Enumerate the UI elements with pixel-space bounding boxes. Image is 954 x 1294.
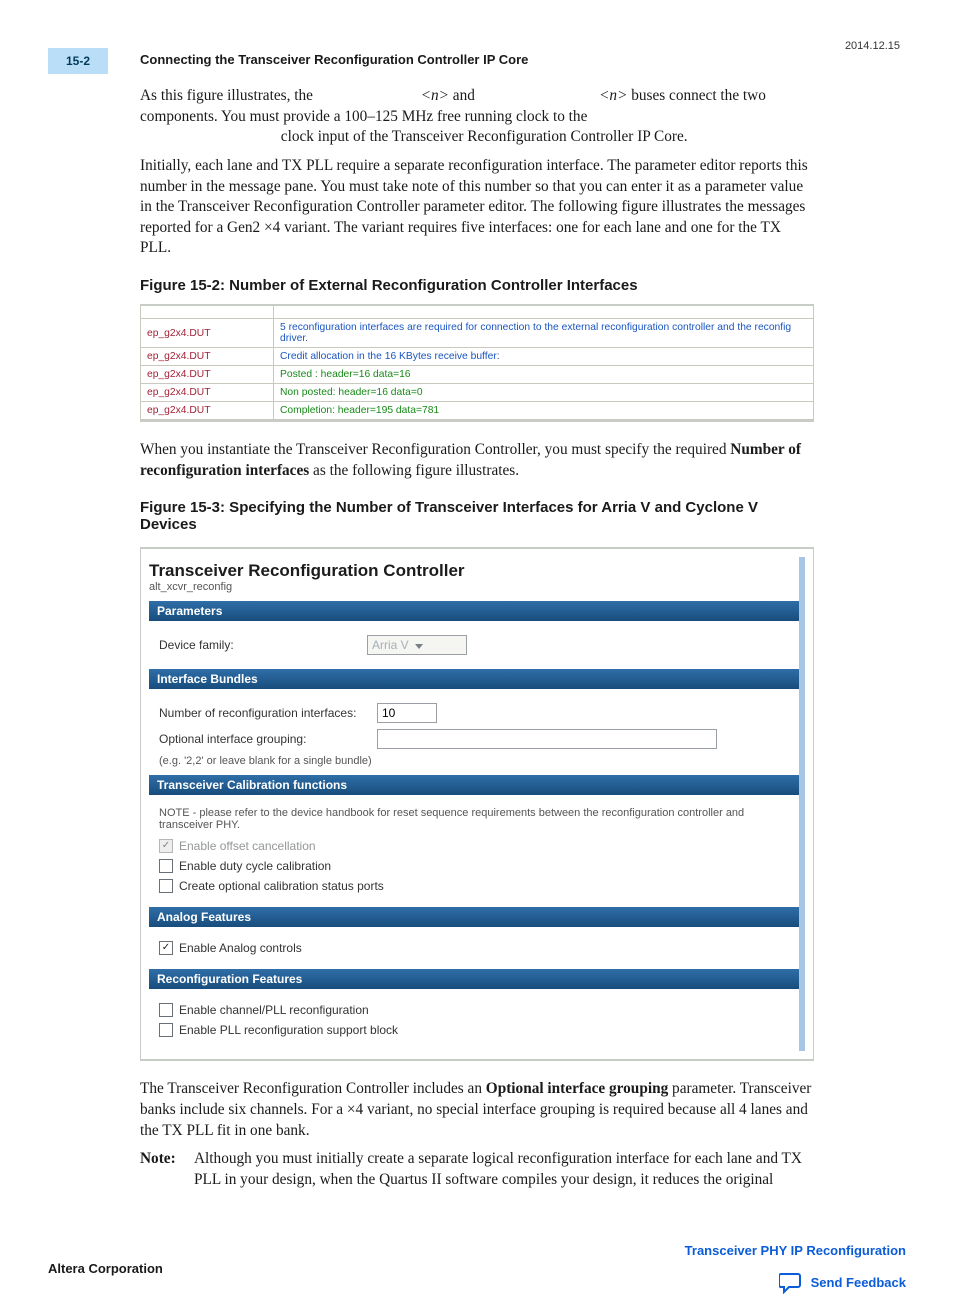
checkbox-icon: [159, 839, 173, 853]
parameter-editor: Transceiver Reconfiguration Controller a…: [149, 557, 805, 1051]
section-reconfig[interactable]: Reconfiguration Features: [149, 969, 799, 989]
enable-offset-cancellation-checkbox[interactable]: Enable offset cancellation: [159, 839, 789, 853]
page-number: 15-2: [48, 48, 108, 74]
section-analog[interactable]: Analog Features: [149, 907, 799, 927]
optional-grouping-label: Optional interface grouping:: [159, 732, 369, 746]
enable-analog-checkbox[interactable]: Enable Analog controls: [159, 941, 789, 955]
figure-15-3: Transceiver Reconfiguration Controller a…: [140, 547, 814, 1061]
paragraph-3: When you instantiate the Transceiver Rec…: [140, 440, 814, 481]
chevron-down-icon: [415, 644, 423, 649]
footer-company: Altera Corporation: [48, 1261, 163, 1276]
page-footer: Altera Corporation Transceiver PHY IP Re…: [48, 1243, 906, 1294]
create-calibration-ports-checkbox[interactable]: Create optional calibration status ports: [159, 879, 789, 893]
checkbox-icon: [159, 879, 173, 893]
page-title: Connecting the Transceiver Reconfigurati…: [140, 52, 528, 67]
calibration-note: NOTE - please refer to the device handbo…: [159, 807, 789, 831]
footer-chapter-link[interactable]: Transceiver PHY IP Reconfiguration: [685, 1243, 906, 1258]
table-row: ep_g2x4.DUTCompletion: header=195 data=7…: [141, 402, 814, 420]
enable-duty-cycle-checkbox[interactable]: Enable duty cycle calibration: [159, 859, 789, 873]
note-text: Although you must initially create a sep…: [194, 1149, 814, 1190]
checkbox-icon: [159, 1003, 173, 1017]
paragraph-2: Initially, each lane and TX PLL require …: [140, 156, 814, 259]
note-label: Note:: [140, 1149, 188, 1190]
paragraph-4: The Transceiver Reconfiguration Controll…: [140, 1079, 814, 1141]
figure-15-3-title: Figure 15-3: Specifying the Number of Tr…: [140, 499, 814, 533]
editor-title: Transceiver Reconfiguration Controller: [149, 557, 799, 581]
section-interface-bundles[interactable]: Interface Bundles: [149, 669, 799, 689]
optional-grouping-input[interactable]: [377, 729, 717, 749]
page-date: 2014.12.15: [845, 40, 900, 52]
checkbox-icon: [159, 859, 173, 873]
note: Note: Although you must initially create…: [140, 1149, 814, 1190]
figure-15-2-title: Figure 15-2: Number of External Reconfig…: [140, 277, 814, 294]
send-feedback-link[interactable]: Send Feedback: [685, 1272, 906, 1294]
table-row: ep_g2x4.DUT5 reconfiguration interfaces …: [141, 319, 814, 348]
table-row: ep_g2x4.DUTCredit allocation in the 16 K…: [141, 348, 814, 366]
table-row: ep_g2x4.DUTNon posted: header=16 data=0: [141, 384, 814, 402]
checkbox-icon: [159, 941, 173, 955]
enable-pll-support-checkbox[interactable]: Enable PLL reconfiguration support block: [159, 1023, 789, 1037]
device-family-select[interactable]: Arria V: [367, 635, 467, 655]
message-table: ep_g2x4.DUT5 reconfiguration interfaces …: [140, 306, 814, 420]
section-parameters[interactable]: Parameters: [149, 601, 799, 621]
checkbox-icon: [159, 1023, 173, 1037]
num-interfaces-input[interactable]: [377, 703, 437, 723]
grouping-hint: (e.g. '2,2' or leave blank for a single …: [159, 755, 789, 767]
table-row: ep_g2x4.DUTPosted : header=16 data=16: [141, 366, 814, 384]
section-calibration[interactable]: Transceiver Calibration functions: [149, 775, 799, 795]
editor-subtitle: alt_xcvr_reconfig: [149, 581, 799, 601]
page-header: 15-2 Connecting the Transceiver Reconfig…: [0, 0, 954, 78]
num-interfaces-label: Number of reconfiguration interfaces:: [159, 706, 369, 720]
device-family-label: Device family:: [159, 638, 359, 652]
paragraph-1: As this figure illustrates, the reconfig…: [140, 86, 814, 148]
figure-15-2: ep_g2x4.DUT5 reconfiguration interfaces …: [140, 304, 814, 422]
feedback-icon: [779, 1272, 803, 1294]
enable-channel-pll-checkbox[interactable]: Enable channel/PLL reconfiguration: [159, 1003, 789, 1017]
